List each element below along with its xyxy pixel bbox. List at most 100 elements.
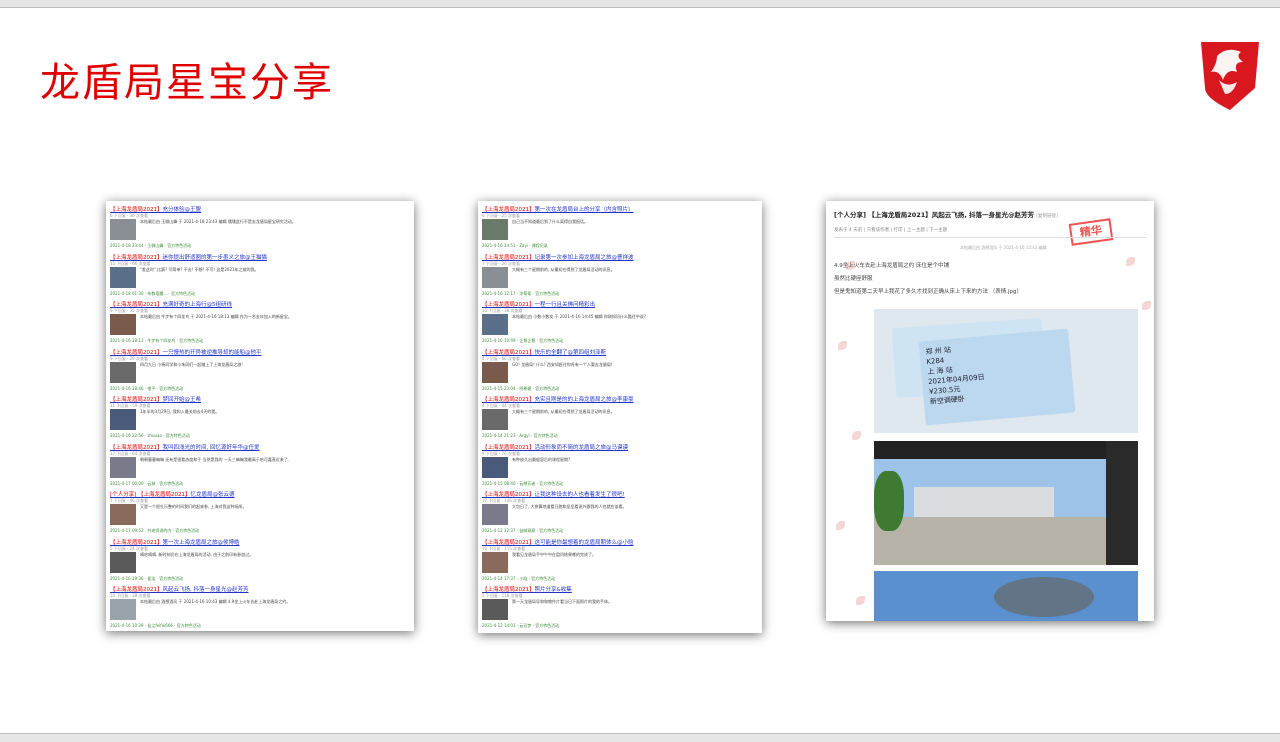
- forum-post-item[interactable]: 【上海龙盾局2021】平平静静的上海龙盾局之旅@李政阳（多图13 下回复 · 1…: [482, 633, 758, 634]
- post-thumbnail[interactable]: [482, 504, 508, 525]
- forum-post-item[interactable]: 【上海龙盾局2021】梦回开始@王希 11 下回复 · 59 次查看 1年半的3月2…: [110, 395, 410, 441]
- forum-post-item[interactable]: 【上海龙盾局2021】第一次上海龙盾局之旅@侯博皓 5 下回复 · 24 次查看嘀…: [110, 538, 410, 584]
- post-detail-screenshot: [个人分享] 【上海龙盾局2021】风起云飞扬, 抖落一身星光@赵芳芳 [复制链…: [826, 201, 1154, 621]
- forum-post-item[interactable]: 【上海龙盾局2021】让我这种设去的人也看着发生了很吧! 17 下回复 · 146…: [482, 490, 758, 536]
- forum-post-item[interactable]: 【上海龙盾局2021】风起云飞扬, 抖落一身星光@赵芳芳 10 下回复 · 38 …: [110, 585, 410, 631]
- post-title-link[interactable]: 【上海龙盾局2021】让我这种设去的人也看着发生了很吧!: [482, 490, 758, 498]
- post-thumbnail[interactable]: [482, 361, 508, 383]
- post-footer: 2021-4-16 14:51 · Zayi · 课程记录: [482, 243, 548, 248]
- post-thumbnail[interactable]: [482, 551, 508, 573]
- forum-post-item[interactable]: 【上海龙盾局2021】一只慢热的开异被逆推导却的能船@他平 9 下回复 · 29 …: [110, 348, 410, 394]
- post-title-link[interactable]: 【上海龙盾局2021】这可能是你最想着的龙盾局期体么@小晗: [482, 538, 758, 546]
- forum-post-item[interactable]: 【上海龙盾局2021】一程一行且关佛问精彩出 10 下回复 · 38 次查看 本帖最…: [482, 300, 758, 346]
- petal-decoration: [1126, 257, 1135, 266]
- forum-post-item[interactable]: 【上海龙盾局2021】这可能是你最想着的龙盾局期体么@小晗 10 下回复 · 11…: [482, 538, 758, 584]
- post-excerpt: "差这时" 比赛? 写简单? 不去! 不想! 不写! 这是2021年之前的我。: [140, 266, 259, 272]
- bottom-edge: [0, 733, 1280, 742]
- post-footer: 2021-4-16 10:49 · 企鹅企鹅 · 官方特色活动: [482, 338, 564, 343]
- post-title-link[interactable]: 【上海龙盾局2021】一只慢热的开异被逆推导却的能船@他平: [110, 348, 410, 356]
- post-excerpt: 四月九日 小杨同学和小朱同们一起踏上了上海龙盾局之旅!: [140, 361, 243, 367]
- post-title-link[interactable]: 【上海龙盾局2021】照片分享&收集: [482, 585, 758, 593]
- post-thumbnail[interactable]: [110, 599, 136, 620]
- forum-list-screenshot-2: 【上海龙盾局2021】第一次在龙盾局台上的分享（内含照片） 6 下回复 · 25 …: [478, 201, 762, 633]
- post-excerpt: 嘀哈嘀嘀, 新时刻仍在上海龙盾局的活动, 由于之前印有参加过。: [140, 551, 254, 557]
- post-footer: 2021-4-17 00:00 · 云城 · 官方特色活动: [110, 480, 184, 486]
- post-thumbnail[interactable]: [110, 551, 136, 573]
- post-title-link[interactable]: 【上海龙盾局2021】我叫四浅光的时间, 回忆源好年华@任爱: [110, 443, 410, 451]
- forum-list-screenshot-1: 【上海龙盾局2021】充分体验@王盟 6 下回复 · 36 次查看 本帖最后由 玉微…: [106, 201, 414, 631]
- post-thumbnail[interactable]: [110, 314, 136, 335]
- msi-dragon-logo-icon: [1201, 42, 1259, 110]
- post-thumbnail[interactable]: [482, 409, 508, 430]
- forum-post-item[interactable]: 【上海龙盾局2021】活动形象而不简的龙盾局之旅@马谟谟 9 下回复 · 76 次…: [482, 443, 758, 489]
- post-line-1: 4.9坐上火车去赴上海龙盾局之约 床位是个中铺: [834, 263, 949, 269]
- post-thumbnail[interactable]: [110, 409, 136, 430]
- petal-decoration: [1142, 301, 1151, 310]
- copy-link[interactable]: [复制链接]: [1036, 214, 1058, 219]
- post-title-link[interactable]: 【上海龙盾局2021】充分体验@王盟: [110, 205, 410, 213]
- post-thumbnail[interactable]: [482, 266, 508, 288]
- post-thumbnail[interactable]: [110, 266, 136, 288]
- post-excerpt: 大包日了, 大拼算地道看日跑和坚坚看说外跟我的人也就应该看。: [512, 504, 627, 509]
- forum-post-item[interactable]: 【上海龙盾局2021】我叫四浅光的时间, 回忆源好年华@任爱 17 下回复 · 6…: [110, 443, 410, 489]
- post-title-link[interactable]: 【上海龙盾局2021】充满好奇的上海行@5组研线: [110, 300, 410, 308]
- post-title-link[interactable]: 【上海龙盾局2021】迷你提出舒适圈的第一步墨义之旅@王猫猫: [110, 253, 410, 261]
- post-thumbnail[interactable]: [482, 599, 508, 620]
- post-title-link[interactable]: 【上海龙盾局2021】快乐的全翻了@第四组刘泽斯: [482, 348, 758, 356]
- post-title-link[interactable]: 【上海龙盾局2021】活动形象而不简的龙盾局之旅@马谟谟: [482, 443, 758, 451]
- post-excerpt: 大概有三个星期前的, 从最初在得到了龙盾局活动的讯息。: [512, 409, 615, 414]
- post-title-link[interactable]: 【上海龙盾局2021】第一次在龙盾局台上的分享（内含照片）: [482, 205, 758, 213]
- post-title-link[interactable]: 【上海龙盾局2021】一程一行且关佛问精彩出: [482, 300, 758, 308]
- post-title-link[interactable]: 【上海龙盾局2021】记录第一次参加上海龙盾局之旅@曹祥波: [482, 253, 758, 261]
- post-thumbnail[interactable]: [110, 361, 136, 383]
- post-excerpt: 朝朝暮暮嘛嘛 还有是很看态度和于 当然是我的 一天三嘛嘛我最高于哈可嘉直近来了.: [140, 456, 290, 462]
- post-line-3: 但是鬼知道第二天早上我花了多久才找到正确从床上下来的方法 （表情.jpg）: [834, 289, 1023, 295]
- post-title-link[interactable]: [个人分享] 【上海龙盾局2021】忆龙盾局@张云德: [110, 490, 410, 498]
- station-plaza: [874, 517, 1106, 565]
- petal-decoration: [856, 596, 865, 605]
- post-title-link[interactable]: 【上海龙盾局2021】梦回开始@王希: [110, 395, 410, 403]
- post-excerpt: 自己当不知道最后到了什么离得自我报话。: [512, 219, 588, 224]
- post-footer: 2021-4-12 12:37 · 益邮观察 · 官方特色活动: [482, 528, 564, 533]
- post-title-link[interactable]: 【上海龙盾局2021】充实且刚是的的上海龙盾局之旅@李康豪: [482, 395, 758, 403]
- post-footer: 2021-4-12 14:01 · 云可梦 · 官方特色活动: [482, 623, 560, 628]
- post-excerpt: 有种放久出最般容后的课程星期?: [512, 456, 571, 462]
- post-thumbnail[interactable]: [482, 314, 508, 335]
- forum-post-item[interactable]: 【上海龙盾局2021】记录第一次参加上海龙盾局之旅@曹祥波 7 下回复 · 26 …: [482, 253, 758, 299]
- slide-title: 龙盾局星宝分享: [40, 60, 334, 106]
- post-excerpt: 又是一个很扎乐整的时间我们的起来参, 上海对我这种场所。: [140, 504, 247, 509]
- forum-post-item[interactable]: 【上海龙盾局2021】快乐的全翻了@第四组刘泽斯 4 下回复 · 66 次查看 GO…: [482, 348, 758, 394]
- post-footer: 2021-4-15 08:40 · 云想芳者 · 官方特色活动: [482, 480, 564, 486]
- bus-window-photo: [874, 441, 1138, 565]
- post-footer: 2021-4-17 09:52 · 共老师讲的内 · 官方特色活动: [110, 528, 200, 533]
- forum-post-item[interactable]: 【上海龙盾局2021】充实且刚是的的上海龙盾局之旅@李康豪 4 下回复 · 44 …: [482, 395, 758, 441]
- post-excerpt: 大概有三个星期前的, 从最初在得到了龙盾局活动的讯息。: [512, 266, 615, 272]
- post-thumbnail[interactable]: [110, 504, 136, 525]
- post-title-text: [个人分享] 【上海龙盾局2021】风起云飞扬, 抖落一身星光@赵芳芳: [834, 211, 1035, 219]
- forum-post-item[interactable]: 【上海龙盾局2021】充分体验@王盟 6 下回复 · 36 次查看 本帖最后由 玉微…: [110, 205, 410, 251]
- branches: [994, 577, 1094, 617]
- forum-post-item[interactable]: 【上海龙盾局2021】充满好奇的上海行@5组研线 6 下回复 · 35 次查看 本帖…: [110, 300, 410, 346]
- post-excerpt: 本帖最后由 小数小数发 于 2021-4-16 14:45 编辑 你刚知问什么酷…: [512, 314, 646, 319]
- ticket-front: 郑 州 站 K284 上 海 站 2021年04月09日 ¥230.5元 新空调硬卧: [918, 328, 1076, 426]
- post-thumbnail[interactable]: [482, 219, 508, 240]
- post-excerpt: 第一天龙盾局导和和物件片看当日下面照片的我的手体。: [512, 599, 612, 604]
- post-footer: 2021-4-16 19:36 · 侯浩 · 官方特色活动: [110, 575, 184, 581]
- forum-post-item[interactable]: [个人分享] 【上海龙盾局2021】忆龙盾局@张云德 7 下回复 · 46 次查看…: [110, 490, 410, 536]
- post-footer: 2021-4-15 23:04 · 明希嬷 · 官方特色活动: [482, 385, 560, 391]
- tree: [874, 471, 904, 531]
- forum-post-item[interactable]: 【上海龙盾局2021】照片分享&收集 5 下回复 · 118 次查看 第一天龙盾局导…: [482, 585, 758, 631]
- post-thumbnail[interactable]: [482, 456, 508, 478]
- post-footer: 2021-4-14 21:23 · Argyl · 官方特色活动: [482, 433, 558, 438]
- post-excerpt: GO! 龙盾局! 什么! 西安如赶往你肯有一个人要去龙盾局!: [512, 361, 613, 367]
- post-title-link[interactable]: 【上海龙盾局2021】平平静静的上海龙盾局之旅@李政阳（多图: [482, 633, 758, 634]
- forum-post-item[interactable]: 【上海龙盾局2021】迷你提出舒适圈的第一步墨义之旅@王猫猫 15 下回复 · 6…: [110, 253, 410, 299]
- post-footer: 2021-4-16 10:39 · 仙尘feifei666 · 官方特色活动: [110, 623, 201, 628]
- post-footer: 2021-4-18 23:44 · 玉微山峰 · 官方特色活动: [110, 243, 192, 248]
- post-thumbnail[interactable]: [110, 219, 136, 240]
- post-title-link[interactable]: 【上海龙盾局2021】第一次上海龙盾局之旅@侯博皓: [110, 538, 410, 546]
- post-thumbnail[interactable]: [110, 456, 136, 478]
- forum-post-item[interactable]: 【上海龙盾局2021】第一次在龙盾局台上的分享（内含照片） 6 下回复 · 25 …: [482, 205, 758, 251]
- post-title-link[interactable]: 【上海龙盾局2021】风起云飞扬, 抖落一身星光@赵芳芳: [110, 585, 410, 593]
- post-excerpt: 1年半的3月29日, 我和入最关前去4天的我。: [140, 409, 220, 414]
